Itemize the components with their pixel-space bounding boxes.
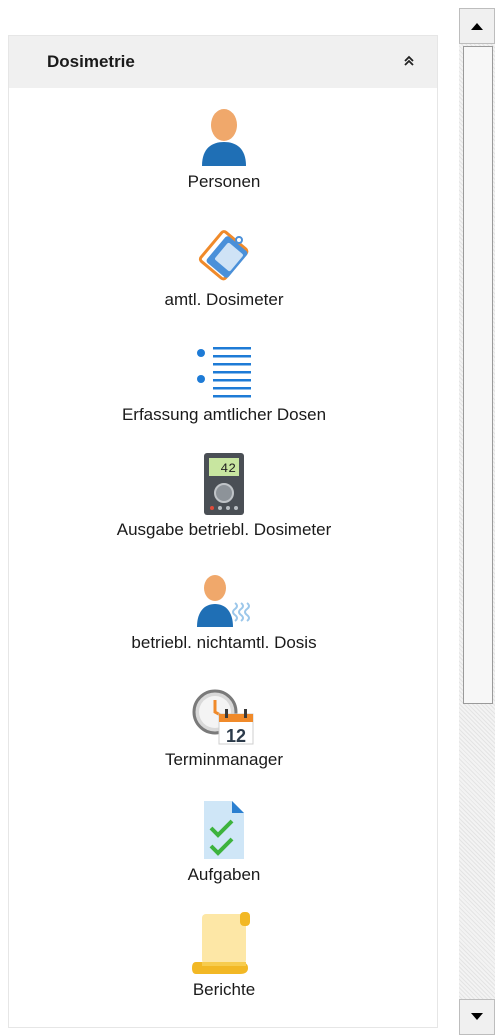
dosimeter-device-icon: 42 bbox=[204, 453, 244, 515]
nav-item-terminmanager[interactable]: 12 Terminmanager bbox=[9, 688, 439, 770]
checklist-document-icon bbox=[204, 801, 244, 859]
person-icon bbox=[202, 109, 246, 166]
nav-item-label: betriebl. nichtamtl. Dosis bbox=[131, 633, 317, 652]
nav-item-label: Aufgaben bbox=[187, 865, 261, 884]
panel-header[interactable]: Dosimetrie bbox=[9, 36, 437, 88]
calendar-day: 12 bbox=[226, 726, 246, 746]
nav-item-ausgabe-betriebl-dosimeter[interactable]: 42 Ausgabe betriebl. Dosimeter bbox=[9, 452, 439, 540]
scroll-icon bbox=[192, 912, 250, 974]
dosimetrie-panel: Dosimetrie Personen amtl. Dosimeter Erfa… bbox=[8, 35, 438, 1028]
nav-item-personen[interactable]: Personen bbox=[9, 108, 439, 192]
scroll-down-arrow-icon bbox=[471, 1013, 483, 1020]
scrollbar-thumb[interactable] bbox=[463, 46, 493, 704]
nav-item-label: Erfassung amtlicher Dosen bbox=[121, 405, 327, 424]
vertical-scrollbar[interactable] bbox=[459, 8, 495, 1035]
list-icon bbox=[197, 347, 251, 398]
panel-title: Dosimetrie bbox=[47, 52, 135, 71]
nav-item-amtl-dosimeter[interactable]: amtl. Dosimeter bbox=[9, 226, 439, 310]
scroll-up-arrow-icon bbox=[471, 23, 483, 30]
nav-item-erfassung-amtlicher-dosen[interactable]: Erfassung amtlicher Dosen bbox=[9, 343, 439, 425]
nav-item-aufgaben[interactable]: Aufgaben bbox=[9, 799, 439, 885]
nav-item-label: Ausgabe betriebl. Dosimeter bbox=[116, 520, 332, 539]
nav-item-betriebl-nichtamtl-dosis[interactable]: betriebl. nichtamtl. Dosis bbox=[9, 573, 439, 653]
nav-item-label: Personen bbox=[187, 172, 261, 191]
device-reading: 42 bbox=[220, 461, 236, 476]
nav-item-berichte[interactable]: Berichte bbox=[9, 910, 439, 1000]
nav-item-label: amtl. Dosimeter bbox=[164, 290, 284, 309]
person-radiation-icon bbox=[197, 575, 250, 627]
scroll-up-button[interactable] bbox=[459, 8, 495, 44]
nav-item-label: Berichte bbox=[192, 980, 256, 999]
scroll-down-button[interactable] bbox=[459, 999, 495, 1035]
double-chevron-up-icon[interactable] bbox=[403, 55, 415, 70]
tag-icon bbox=[198, 230, 249, 281]
nav-item-label: Terminmanager bbox=[164, 750, 284, 769]
clock-calendar-icon: 12 bbox=[192, 689, 254, 746]
